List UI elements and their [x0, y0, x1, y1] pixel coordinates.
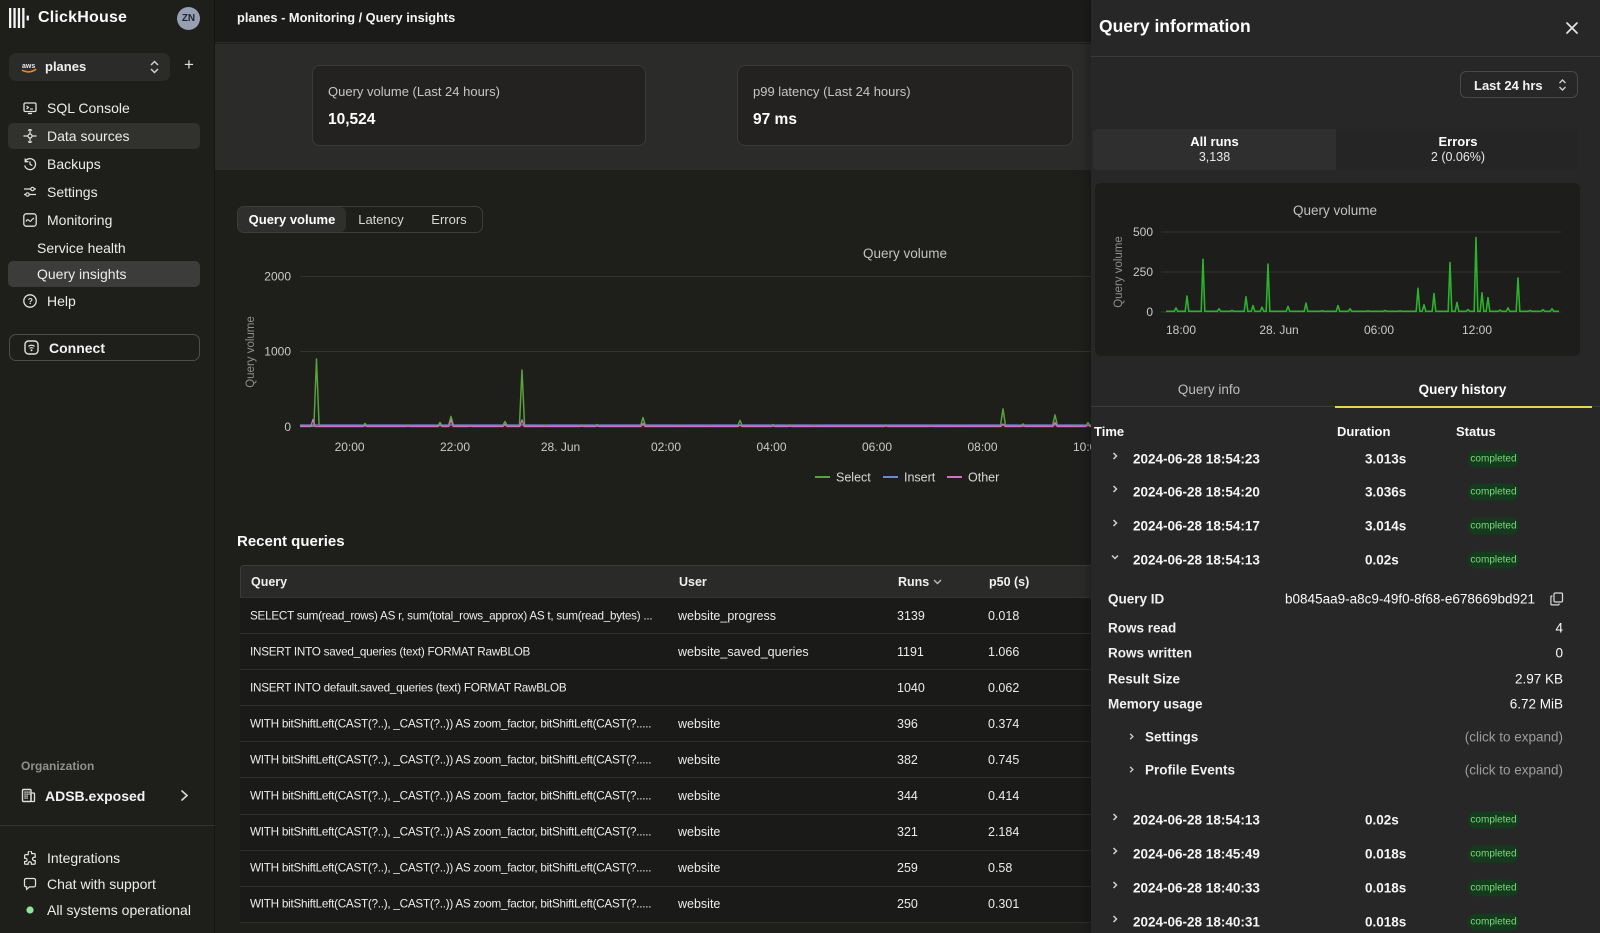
svg-text:12:00: 12:00 [1462, 323, 1492, 337]
svg-text:06:00: 06:00 [1364, 323, 1394, 337]
svg-text:aws: aws [22, 63, 35, 70]
svg-text:0: 0 [284, 420, 291, 434]
svg-text:06:00: 06:00 [862, 440, 892, 454]
svg-text:18:00: 18:00 [1166, 323, 1196, 337]
svg-text:250: 250 [1133, 265, 1153, 279]
svg-text:Query volume: Query volume [1113, 236, 1125, 308]
svg-text:0: 0 [1146, 305, 1153, 319]
svg-text:Query volume: Query volume [1293, 203, 1377, 218]
svg-text:Query volume: Query volume [245, 316, 257, 388]
svg-text:08:00: 08:00 [967, 440, 997, 454]
svg-text:?: ? [28, 296, 33, 306]
svg-text:28. Jun: 28. Jun [541, 440, 580, 454]
svg-text:20:00: 20:00 [335, 440, 365, 454]
svg-text:02:00: 02:00 [651, 440, 681, 454]
svg-text:22:00: 22:00 [440, 440, 470, 454]
svg-text:Select: Select [836, 471, 871, 485]
svg-text:Insert: Insert [904, 471, 936, 485]
svg-text:1000: 1000 [264, 345, 291, 359]
svg-text:Other: Other [968, 471, 999, 485]
svg-text:2000: 2000 [264, 270, 291, 284]
svg-text:04:00: 04:00 [756, 440, 786, 454]
svg-text:500: 500 [1133, 225, 1153, 239]
svg-text:Query volume: Query volume [863, 246, 947, 261]
svg-text:28. Jun: 28. Jun [1259, 323, 1298, 337]
